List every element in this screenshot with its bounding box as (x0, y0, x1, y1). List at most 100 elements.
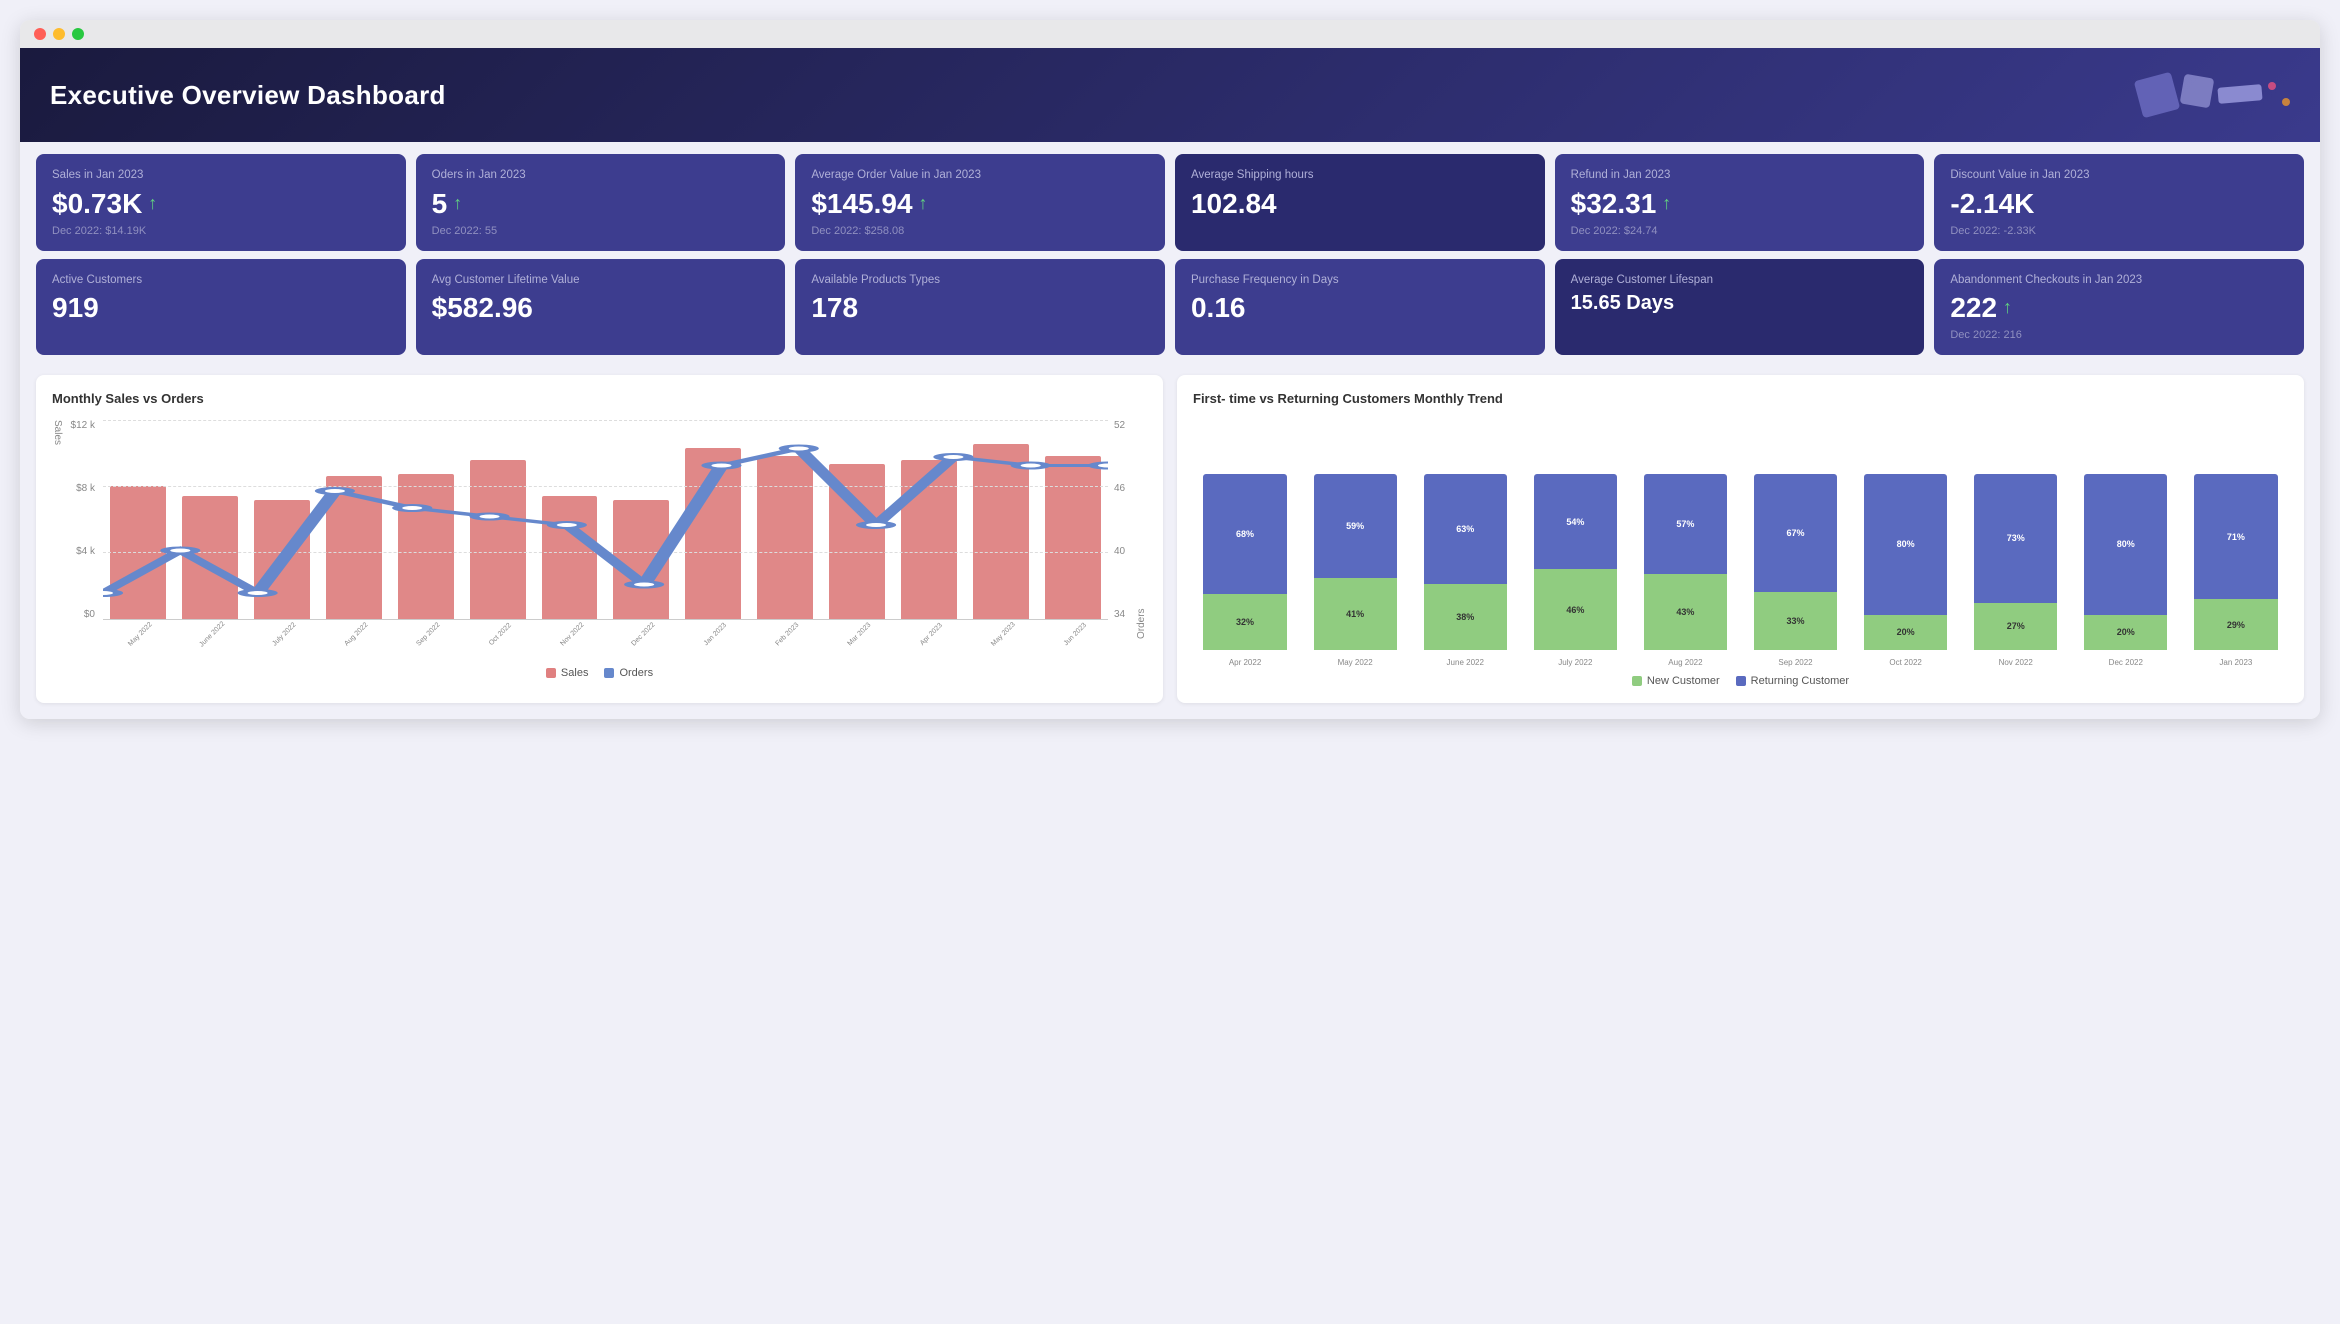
arrow-up-icon: ↑ (1662, 193, 1671, 215)
bar-group-11 (894, 420, 964, 620)
bar-group-6 (535, 420, 605, 620)
header-shape-3 (2217, 84, 2262, 104)
chart1-area: Sales $12 k $8 k $4 k $0 (52, 420, 1147, 639)
bar-6 (542, 496, 598, 620)
stacked-x-label-0: Apr 2022 (1193, 658, 1297, 667)
arrow-up-icon: ↑ (919, 193, 928, 215)
kpi-card-row1-4: Refund in Jan 2023 $32.31↑ Dec 2022: $24… (1555, 154, 1925, 251)
kpi-sub: Dec 2022: 216 (1950, 329, 2288, 341)
stacked-x-label-9: Jan 2023 (2184, 658, 2288, 667)
header-accent-dot-2 (2282, 98, 2290, 106)
dashboard: Executive Overview Dashboard Sales in Ja… (20, 48, 2320, 719)
stacked-group-0: 68%32% (1193, 430, 1297, 650)
stacked-x-label-2: June 2022 (1413, 658, 1517, 667)
kpi-label: Refund in Jan 2023 (1571, 168, 1909, 183)
bar-3 (326, 476, 382, 620)
header-shape-2 (2180, 74, 2215, 109)
kpi-sub: Dec 2022: $258.08 (811, 225, 1149, 237)
legend-orders: Orders (604, 667, 653, 679)
kpi-label: Sales in Jan 2023 (52, 168, 390, 183)
right-y-axis: 52 46 40 34 (1108, 420, 1132, 620)
chart2-title: First- time vs Returning Customers Month… (1193, 391, 2288, 406)
grid-line-top (103, 420, 1108, 421)
new-customer-dot (1632, 676, 1642, 686)
kpi-label: Abandonment Checkouts in Jan 2023 (1950, 273, 2288, 288)
kpi-card-row1-2: Average Order Value in Jan 2023 $145.94↑… (795, 154, 1165, 251)
header-decoration (2138, 76, 2290, 114)
returning-segment-1: 59% (1314, 474, 1397, 578)
grid-line-2 (103, 486, 1108, 487)
stacked-bar-2: 63%38% (1424, 474, 1507, 650)
bar-10 (829, 464, 885, 620)
kpi-card-row1-0: Sales in Jan 2023 $0.73K↑ Dec 2022: $14.… (36, 154, 406, 251)
stacked-x-label-7: Nov 2022 (1964, 658, 2068, 667)
returning-segment-2: 63% (1424, 474, 1507, 584)
kpi-value: 15.65 Days (1571, 291, 1909, 315)
returning-segment-5: 67% (1754, 474, 1837, 592)
new-segment-5: 33% (1754, 592, 1837, 650)
kpi-card-row2-2: Available Products Types 178 (795, 259, 1165, 356)
stacked-x-label-3: July 2022 (1523, 658, 1627, 667)
new-segment-2: 38% (1424, 584, 1507, 650)
x-labels: May 2022June 2022July 2022Aug 2022Sep 20… (103, 622, 1108, 639)
bar-group-3 (319, 420, 389, 620)
returning-segment-7: 73% (1974, 474, 2057, 602)
kpi-card-row1-5: Discount Value in Jan 2023 -2.14K Dec 20… (1934, 154, 2304, 251)
kpi-value: 5↑ (432, 187, 770, 221)
legend-new-customer: New Customer (1632, 675, 1720, 687)
stacked-bars: 68%32%59%41%63%38%54%46%57%43%67%33%80%2… (1193, 420, 2288, 650)
bar-2 (254, 500, 310, 620)
kpi-card-row1-1: Oders in Jan 2023 5↑ Dec 2022: 55 (416, 154, 786, 251)
kpi-label: Average Shipping hours (1191, 168, 1529, 183)
stacked-group-6: 80%20% (1854, 430, 1958, 650)
stacked-x-label-1: May 2022 (1303, 658, 1407, 667)
bar-12 (973, 444, 1029, 620)
bar-group-13 (1038, 420, 1108, 620)
monthly-sales-chart: Monthly Sales vs Orders Sales $12 k $8 k… (36, 375, 1163, 703)
close-button[interactable] (34, 28, 46, 40)
bar-11 (901, 460, 957, 620)
bar-group-8 (678, 420, 748, 620)
chart1-title: Monthly Sales vs Orders (52, 391, 1147, 406)
kpi-value: 919 (52, 291, 390, 325)
stacked-group-5: 67%33% (1743, 430, 1847, 650)
stacked-bar-1: 59%41% (1314, 474, 1397, 650)
sales-legend-dot (546, 668, 556, 678)
new-segment-6: 20% (1864, 615, 1947, 650)
stacked-bar-8: 80%20% (2084, 474, 2167, 650)
kpi-label: Purchase Frequency in Days (1191, 273, 1529, 288)
stacked-x-label-5: Sep 2022 (1743, 658, 1847, 667)
y-axis: $12 k $8 k $4 k $0 (67, 420, 103, 620)
sales-axis-label: Sales (52, 420, 63, 639)
kpi-card-row1-3: Average Shipping hours 102.84 (1175, 154, 1545, 251)
bar-4 (398, 474, 454, 620)
kpi-card-row2-4: Average Customer Lifespan 15.65 Days (1555, 259, 1925, 356)
chart1-content: May 2022June 2022July 2022Aug 2022Sep 20… (103, 420, 1108, 639)
stacked-x-label-8: Dec 2022 (2074, 658, 2178, 667)
minimize-button[interactable] (53, 28, 65, 40)
bar-group-10 (822, 420, 892, 620)
bar-group-4 (391, 420, 461, 620)
orders-axis-label: Orders (1136, 420, 1147, 639)
kpi-value: $32.31↑ (1571, 187, 1909, 221)
grid-line-bottom (103, 619, 1108, 620)
kpi-value: 0.16 (1191, 291, 1529, 325)
bar-5 (470, 460, 526, 620)
charts-section: Monthly Sales vs Orders Sales $12 k $8 k… (20, 365, 2320, 719)
returning-customer-dot (1736, 676, 1746, 686)
kpi-sub: Dec 2022: 55 (432, 225, 770, 237)
legend-returning-customer: Returning Customer (1736, 675, 1849, 687)
kpi-sub: Dec 2022: -2.33K (1950, 225, 2288, 237)
returning-segment-3: 54% (1534, 474, 1617, 569)
new-segment-0: 32% (1203, 594, 1286, 650)
arrow-up-icon: ↑ (148, 193, 157, 215)
title-bar (20, 20, 2320, 48)
legend-sales: Sales (546, 667, 589, 679)
stacked-bar-6: 80%20% (1864, 474, 1947, 650)
kpi-label: Oders in Jan 2023 (432, 168, 770, 183)
bars-wrapper (103, 420, 1108, 620)
bar-group-12 (966, 420, 1036, 620)
maximize-button[interactable] (72, 28, 84, 40)
arrow-up-icon: ↑ (453, 193, 462, 215)
dashboard-title: Executive Overview Dashboard (50, 80, 446, 111)
